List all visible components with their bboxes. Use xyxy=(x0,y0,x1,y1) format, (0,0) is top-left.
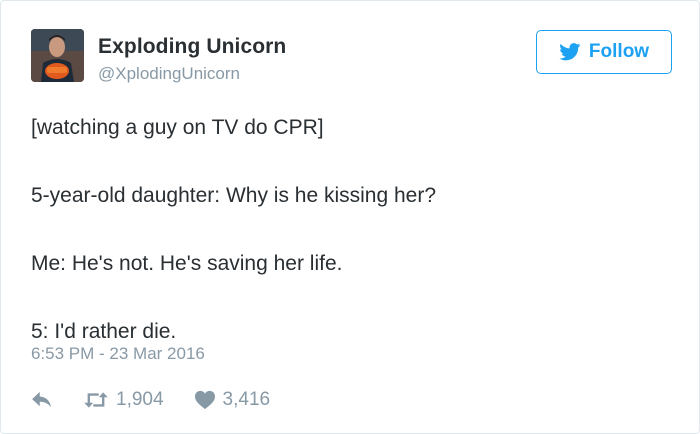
tweet-line: [watching a guy on TV do CPR] xyxy=(31,116,324,139)
tweet-actions: 1,904 3,416 xyxy=(31,387,270,413)
tweet-card: Exploding Unicorn @XplodingUnicorn Follo… xyxy=(0,0,700,434)
author-name[interactable]: Exploding Unicorn xyxy=(98,35,286,59)
follow-button[interactable]: Follow xyxy=(536,30,672,74)
follow-label: Follow xyxy=(588,41,650,62)
retweet-button[interactable]: 1,904 xyxy=(83,389,164,411)
reply-icon xyxy=(32,391,51,408)
retweet-icon xyxy=(84,392,108,408)
avatar[interactable] xyxy=(31,29,84,82)
tweet-line: 5-year-old daughter: Why is he kissing h… xyxy=(31,184,437,207)
tweet-line: Me: He's not. He's saving her life. xyxy=(31,252,343,275)
profile-photo-icon xyxy=(31,29,84,82)
author-handle[interactable]: @XplodingUnicorn xyxy=(98,64,240,84)
heart-icon xyxy=(194,390,215,410)
like-count: 3,416 xyxy=(222,389,271,410)
twitter-bird-icon xyxy=(559,43,581,61)
retweet-count: 1,904 xyxy=(116,389,164,410)
reply-button[interactable] xyxy=(31,391,53,409)
like-button[interactable]: 3,416 xyxy=(194,389,271,411)
tweet-timestamp[interactable]: 6:53 PM - 23 Mar 2016 xyxy=(31,344,205,364)
tweet-text: [watching a guy on TV do CPR] 5-year-old… xyxy=(31,111,671,349)
